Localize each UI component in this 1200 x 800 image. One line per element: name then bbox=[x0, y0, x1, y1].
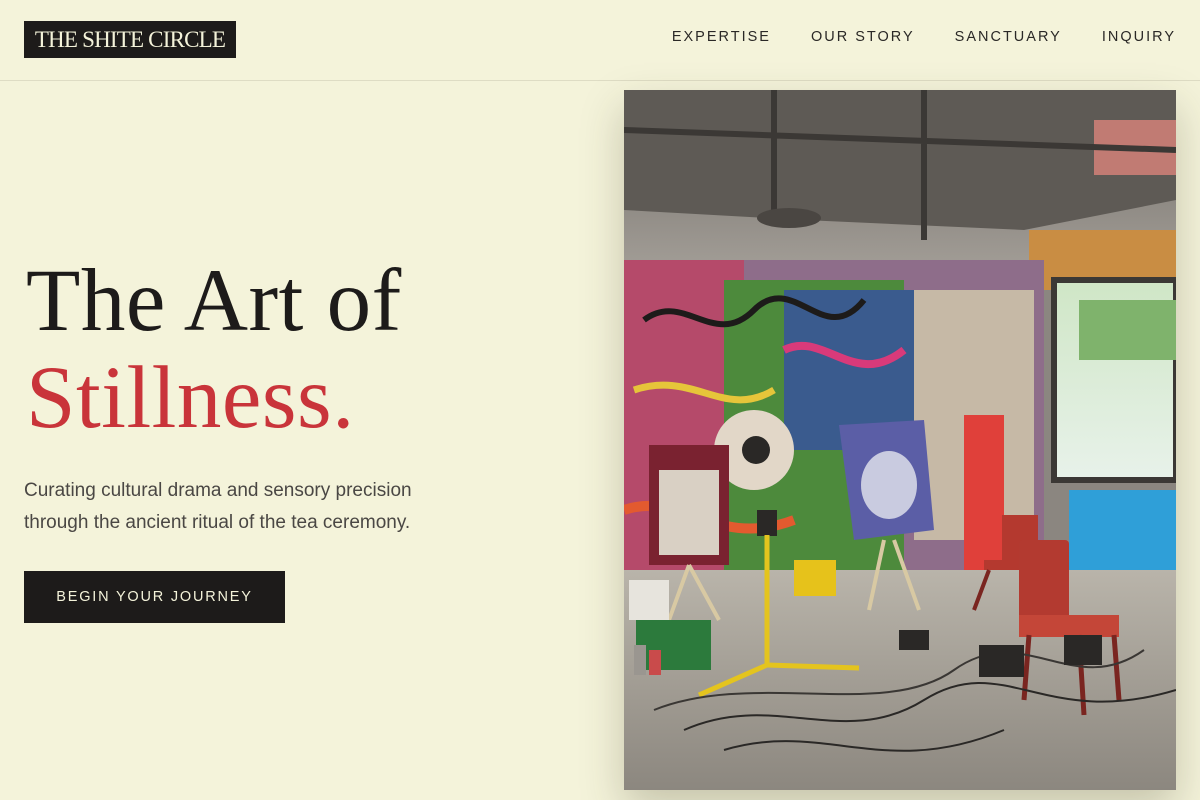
main-nav: EXPERTISE OUR STORY SANCTUARY INQUIRY bbox=[672, 29, 1176, 45]
subtext-line-2: through the ancient ritual of the tea ce… bbox=[24, 512, 411, 533]
hero-studio-image bbox=[624, 90, 1176, 790]
begin-journey-button[interactable]: BEGIN YOUR JOURNEY bbox=[24, 571, 285, 623]
brand-logo[interactable]: THE SHITE CIRCLE bbox=[24, 21, 236, 58]
nav-link-our-story[interactable]: OUR STORY bbox=[811, 29, 915, 45]
subtext-line-1: Curating cultural drama and sensory prec… bbox=[24, 480, 412, 501]
nav-link-expertise[interactable]: EXPERTISE bbox=[672, 29, 771, 45]
headline-line-1: The Art of bbox=[26, 252, 402, 350]
nav-link-inquiry[interactable]: INQUIRY bbox=[1102, 29, 1176, 45]
hero-headline: The Art of Stillness. bbox=[26, 253, 402, 447]
hero-subtext: Curating cultural drama and sensory prec… bbox=[24, 475, 494, 539]
headline-line-2: Stillness. bbox=[26, 349, 355, 447]
nav-link-sanctuary[interactable]: SANCTUARY bbox=[955, 29, 1062, 45]
site-header: THE SHITE CIRCLE EXPERTISE OUR STORY SAN… bbox=[0, 0, 1200, 81]
studio-illustration bbox=[624, 90, 1176, 790]
